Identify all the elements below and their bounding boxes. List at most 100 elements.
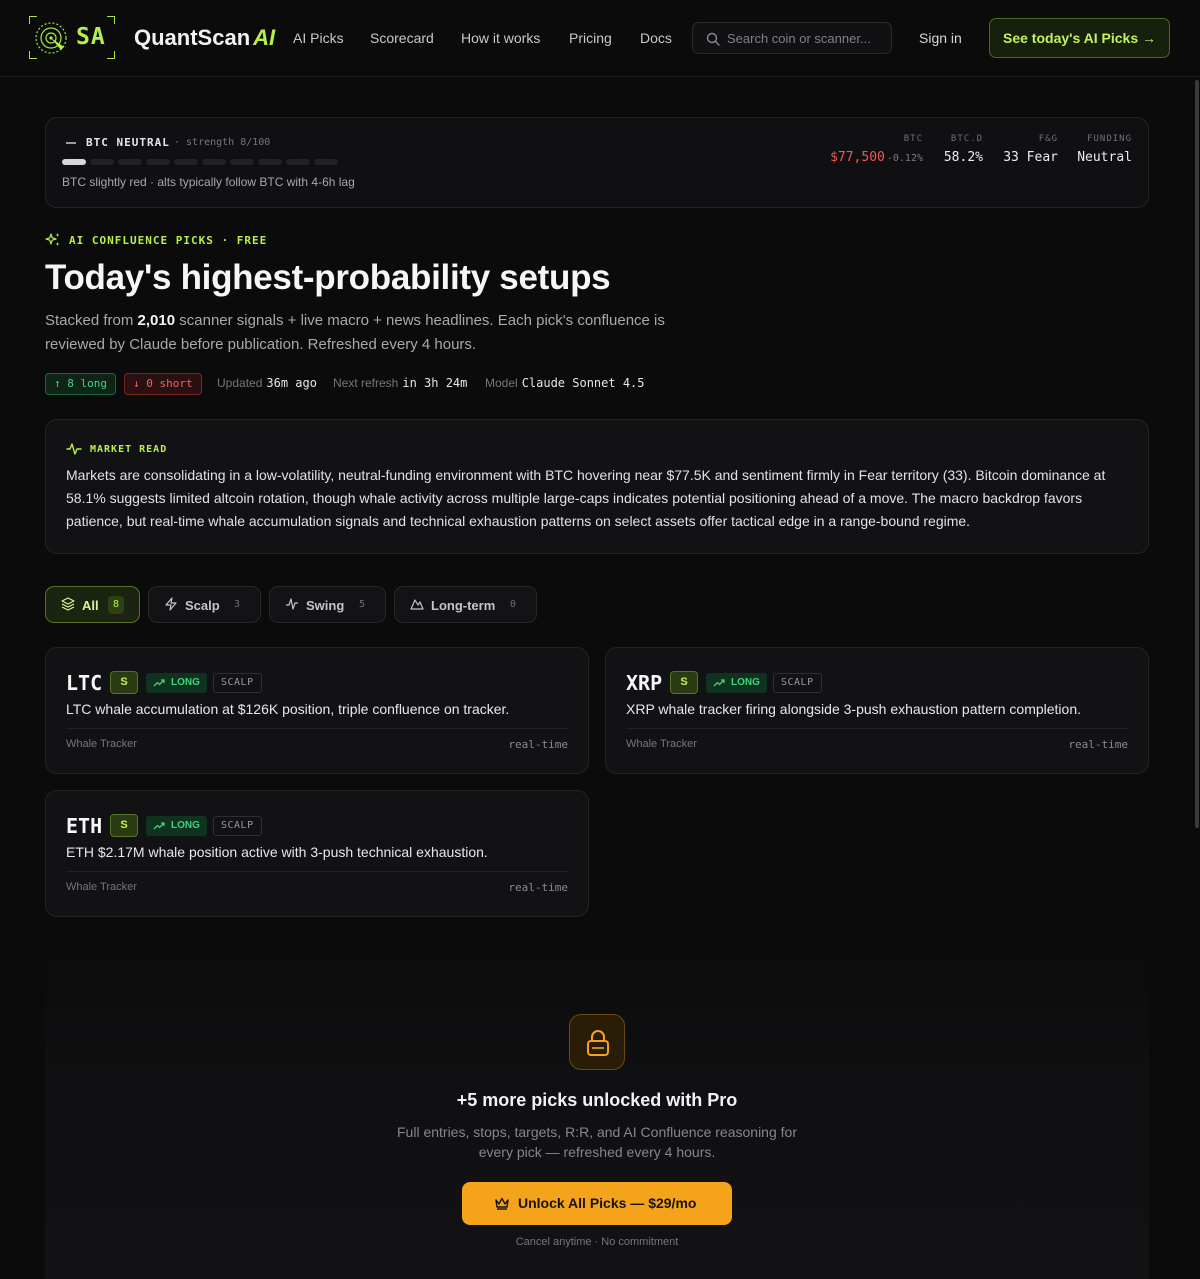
top-header: SA QuantScan AI AI Picks Scorecard How it… [0,0,1200,77]
mountain-icon [410,599,424,610]
layers-icon [61,597,75,611]
strength-segment [118,159,142,165]
pick-description: LTC whale accumulation at $126K position… [66,701,510,717]
logo[interactable]: SA [29,16,115,59]
stat-label: FUNDING [1087,134,1132,144]
stat-funding: FUNDING Neutral [1077,134,1132,165]
stat-fear-greed: F&G 33 Fear [1003,134,1058,165]
search-input[interactable] [727,23,887,53]
updated-meta: Updated 36m ago [217,376,317,390]
pulse-icon [66,443,82,455]
lock-badge [569,1014,625,1070]
meta-value: Claude Sonnet 4.5 [521,376,645,390]
market-read-label: MARKET READ [90,444,168,455]
horizon-badge: SCALP [213,673,262,693]
meta-label: Updated [217,376,263,390]
strength-segment [202,159,226,165]
btc-strength: · strength 8/100 [174,137,271,148]
bolt-icon [165,597,177,611]
brand-name[interactable]: QuantScan AI [134,25,275,51]
stat-label: BTC [903,134,923,144]
zigzag-icon [286,598,298,610]
lock-icon [587,1030,609,1056]
tab-swing[interactable]: Swing 5 [269,586,386,623]
card-divider [66,728,568,729]
nav-how-it-works[interactable]: How it works [461,30,540,46]
meta-label: Next refresh [333,376,399,390]
btc-regime-title: BTC NEUTRAL [86,136,170,149]
pick-timing: real-time [1068,738,1128,751]
model-meta: Model Claude Sonnet 4.5 [485,376,645,390]
stat-value: 58.2% [943,150,983,165]
grade-badge: S [670,671,698,694]
trend-up-icon [713,679,725,687]
direction-badge: LONG [146,673,207,693]
strength-segment [174,159,198,165]
strength-meter [62,159,338,165]
strength-segment [62,159,86,165]
strength-segment [286,159,310,165]
market-read-text: Markets are consolidating in a low-volat… [66,467,1106,529]
nav-ai-picks[interactable]: AI Picks [293,30,344,46]
btc-regime-panel: BTC NEUTRAL · strength 8/100 BTC slightl… [45,117,1149,208]
meta-value: 36m ago [266,376,317,390]
pick-description: XRP whale tracker firing alongside 3-pus… [626,701,1081,717]
logo-corner [107,51,115,59]
meta-label: Model [485,376,518,390]
tab-label: All [82,598,99,613]
stat-value: $77,500 -0.12% [830,150,923,165]
tab-count: 0 [509,599,517,610]
signal-count: 2,010 [137,312,176,329]
direction-badge: LONG [146,816,207,836]
pick-card-xrp[interactable]: XRP S LONG SCALP XRP whale tracker firin… [605,647,1149,774]
stat-btc-dominance: BTC.D 58.2% [944,134,983,165]
brand-suffix: AI [253,25,276,50]
search-box[interactable] [692,22,892,54]
logo-letters: SA [76,24,106,50]
pick-symbol: LTC [66,671,103,695]
unlock-all-picks-button[interactable]: Unlock All Picks — $29/mo [462,1182,732,1225]
tab-scalp[interactable]: Scalp 3 [148,586,261,623]
horizon-badge: SCALP [773,673,822,693]
direction-text: LONG [171,820,200,831]
tab-label: Swing [306,598,345,613]
page-scrollbar[interactable] [1195,80,1199,828]
direction-text: LONG [171,677,200,688]
pro-subtitle: Full entries, stops, targets, R:R, and A… [397,1124,797,1160]
trend-up-icon [153,679,165,687]
next-refresh-meta: Next refresh in 3h 24m [333,376,467,390]
brand-text: QuantScan [134,25,251,50]
tab-all[interactable]: All 8 [45,586,140,623]
pick-source: Whale Tracker [626,738,697,750]
eyebrow-text: AI CONFLUENCE PICKS · FREE [69,234,268,247]
pick-description: ETH $2.17M whale position active with 3-… [66,844,488,860]
sparkles-icon [45,233,60,246]
nav-scorecard[interactable]: Scorecard [370,30,434,46]
nav-pricing[interactable]: Pricing [569,30,612,46]
pick-symbol: ETH [66,814,103,838]
pro-note: Cancel anytime · No commitment [515,1236,679,1248]
pick-timing: real-time [508,738,568,751]
see-ai-picks-button[interactable]: See today's AI Picks → [989,18,1170,58]
pro-upsell-section: +5 more picks unlocked with Pro Full ent… [45,948,1149,1279]
search-icon [706,32,720,46]
tab-count: 8 [108,596,124,614]
stat-value: Neutral [1077,150,1132,165]
btc-price: $77,500 [830,150,885,165]
nav-docs[interactable]: Docs [640,30,672,46]
subtitle-pre: Stacked from [45,312,138,329]
long-count-badge: ↑ 8 long [45,373,116,395]
sign-in-link[interactable]: Sign in [919,30,962,46]
btc-change: -0.12% [886,153,923,164]
unlock-button-label: Unlock All Picks — $29/mo [518,1195,697,1211]
grade-badge: S [110,814,138,837]
card-divider [626,728,1128,729]
stat-btc: BTC $77,500 -0.12% [830,134,923,165]
pro-title: +5 more picks unlocked with Pro [456,1090,738,1110]
tab-long-term[interactable]: Long-term 0 [394,586,537,623]
pick-card-eth[interactable]: ETH S LONG SCALP ETH $2.17M whale positi… [45,790,589,917]
pick-card-ltc[interactable]: LTC S LONG SCALP LTC whale accumulation … [45,647,589,774]
page-title: Today's highest-probability setups [45,258,611,297]
direction-badge: LONG [706,673,767,693]
horizon-badge: SCALP [213,816,262,836]
